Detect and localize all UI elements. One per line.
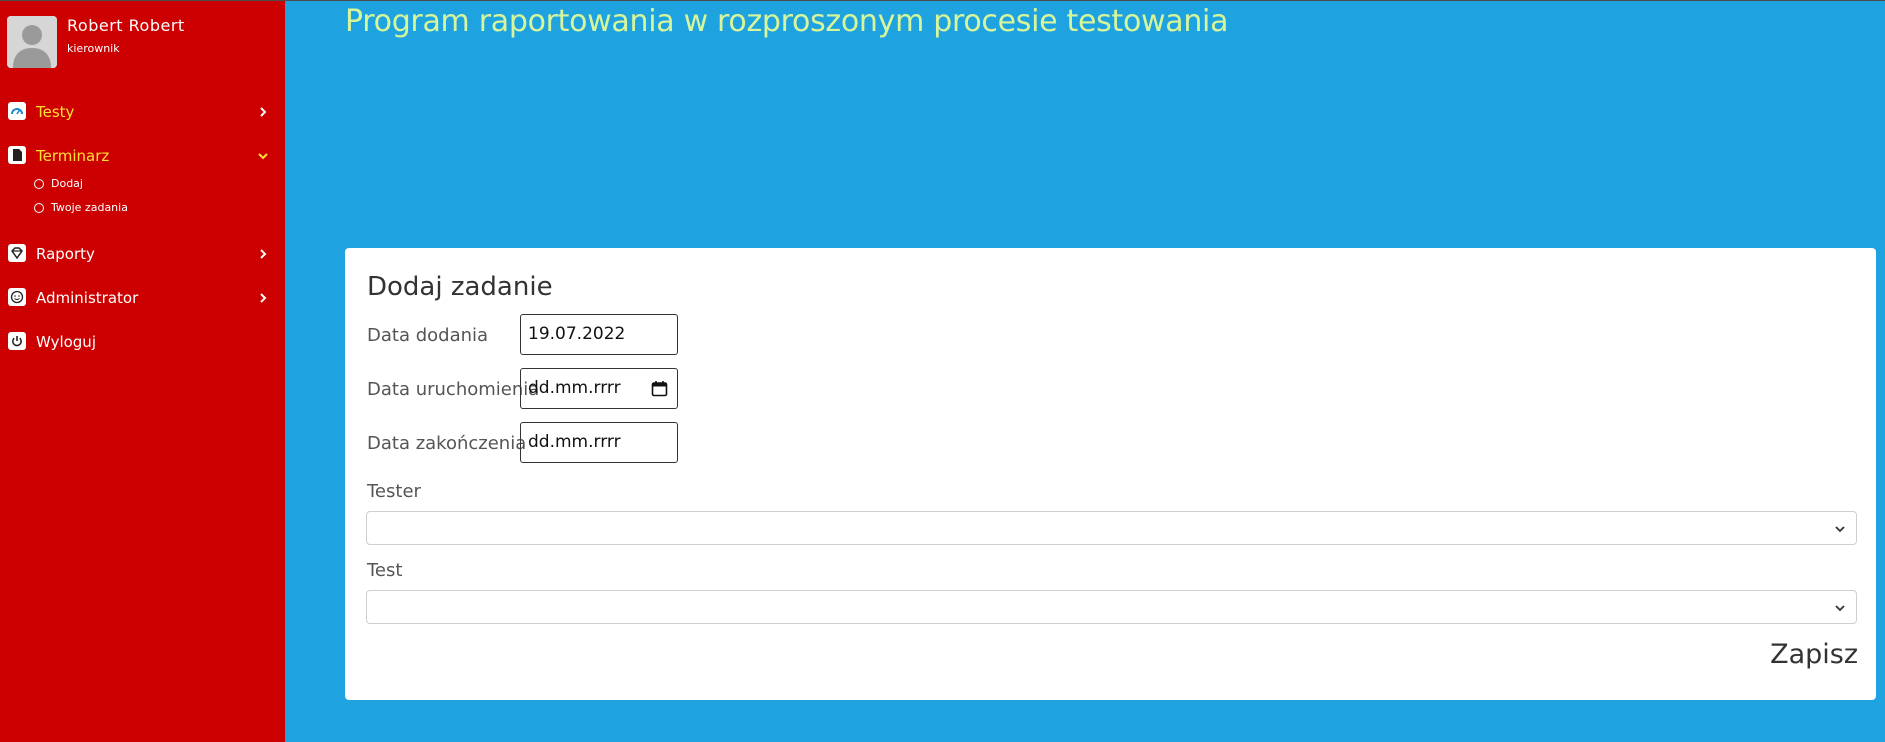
document-icon (8, 146, 26, 164)
date-added-field[interactable]: 19.07.2022 (520, 314, 678, 355)
sidebar-item-label: Raporty (36, 245, 95, 263)
tester-label: Tester (367, 481, 421, 502)
gauge-icon (8, 102, 26, 120)
chevron-down-icon (1835, 526, 1845, 533)
save-button[interactable]: Zapisz (1770, 639, 1858, 670)
date-added-value: 19.07.2022 (528, 324, 626, 344)
sidebar-item-terminarz[interactable]: Terminarz (8, 145, 270, 167)
start-date-field[interactable]: dd.mm.rrrr (520, 368, 678, 409)
calendar-icon[interactable] (651, 380, 668, 397)
sidebar-subitem-label: Twoje zadania (51, 201, 128, 214)
form-title: Dodaj zadanie (367, 272, 553, 302)
sidebar-subitem-label: Dodaj (51, 177, 83, 190)
smiley-icon (8, 288, 26, 306)
sidebar-item-testy[interactable]: Testy (8, 101, 270, 123)
sidebar-item-raporty[interactable]: Raporty (8, 243, 270, 265)
sidebar-item-label: Wyloguj (36, 333, 96, 351)
sidebar-item-label: Testy (36, 103, 75, 121)
user-panel: Robert Robert kierownik (7, 16, 277, 68)
chevron-right-icon (260, 293, 267, 303)
start-date-label: Data uruchomienia (367, 379, 540, 400)
diamond-icon (8, 244, 26, 262)
end-date-field[interactable]: dd.mm.rrrr (520, 422, 678, 463)
date-added-label: Data dodania (367, 325, 489, 346)
user-name: Robert Robert (67, 16, 185, 35)
end-date-label: Data zakończenia (367, 433, 527, 454)
page-title: Program raportowania w rozproszonym proc… (345, 4, 1229, 39)
sidebar: Robert Robert kierownik Testy Terminarz … (0, 1, 285, 742)
sidebar-item-administrator[interactable]: Administrator (8, 287, 270, 309)
sidebar-item-label: Terminarz (36, 147, 110, 165)
add-task-form: Dodaj zadanie Data dodania 19.07.2022 Da… (345, 248, 1876, 700)
sidebar-item-wyloguj[interactable]: Wyloguj (8, 331, 270, 353)
start-date-value: dd.mm.rrrr (528, 378, 621, 398)
avatar (7, 16, 57, 68)
chevron-down-icon (1835, 605, 1845, 612)
chevron-right-icon (260, 107, 267, 117)
chevron-right-icon (260, 249, 267, 259)
tester-select[interactable] (366, 511, 1857, 545)
test-label: Test (367, 560, 403, 581)
sidebar-item-label: Administrator (36, 289, 139, 307)
power-icon (8, 332, 26, 350)
end-date-value: dd.mm.rrrr (528, 432, 621, 452)
test-select[interactable] (366, 590, 1857, 624)
user-role: kierownik (67, 42, 120, 55)
circle-icon (34, 179, 44, 189)
chevron-down-icon (258, 153, 268, 160)
circle-icon (34, 203, 44, 213)
